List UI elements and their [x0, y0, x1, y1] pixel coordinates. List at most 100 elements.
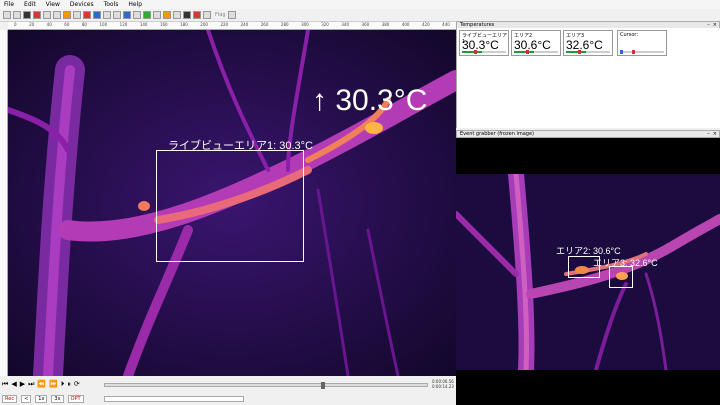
ruler-tick: 320 [321, 22, 329, 27]
record-controls: Rec ≺ 1x 3x OPT [2, 395, 84, 403]
ruler-tick: 420 [422, 22, 430, 27]
profile-icon[interactable] [113, 11, 121, 19]
alarm-icon[interactable] [193, 11, 201, 19]
stop-icon[interactable] [43, 11, 51, 19]
grid-icon[interactable] [203, 11, 211, 19]
temperatures-panel: ライブビューエリア1 30.3°C エリア2 30.6°C エリア3 32.6°… [456, 28, 720, 128]
ruler-tick: 80 [81, 22, 87, 27]
frozen-thermal-image[interactable]: エリア2: 30.6°C エリア3: 32.6°C [456, 174, 720, 370]
timeline-thumb[interactable] [320, 382, 325, 389]
crosshair-icon[interactable] [153, 11, 161, 19]
menu-tools[interactable]: Tools [104, 1, 119, 8]
menu-devices[interactable]: Devices [70, 1, 94, 8]
ruler-tick: 440 [442, 22, 450, 27]
menu-bar: File Edit View Devices Tools Help [0, 0, 720, 9]
ruler-tick: 340 [341, 22, 350, 27]
ruler-tick: 280 [280, 22, 289, 27]
chart-icon[interactable] [93, 11, 101, 19]
level-bar [620, 51, 664, 53]
ruler-tick: 20 [29, 22, 35, 27]
level-bar [514, 51, 558, 53]
export-icon[interactable] [227, 11, 236, 19]
ruler-tick: 180 [180, 22, 188, 27]
total-time: 0:00:14.23 [432, 384, 454, 389]
roi-rect-icon[interactable] [73, 11, 81, 19]
temp-card-area2[interactable]: エリア2 30.6°C [511, 30, 561, 56]
vertical-ruler [0, 30, 8, 376]
roi-area-3[interactable] [609, 266, 633, 288]
camera-icon[interactable] [53, 11, 61, 19]
roi-ellipse-icon[interactable] [83, 11, 91, 19]
event-grabber-panel: エリア2: 30.6°C エリア3: 32.6°C [456, 138, 720, 405]
ruler-tick: 60 [64, 22, 70, 27]
settings-icon[interactable] [183, 11, 191, 19]
loop-button[interactable]: ⟳ [74, 380, 80, 388]
ruler-tick: 380 [381, 22, 390, 27]
play-button[interactable]: ⏵ [61, 380, 65, 388]
menu-help[interactable]: Help [128, 1, 142, 8]
fast-forward-button[interactable]: ⏩ [49, 380, 58, 388]
playback-times: 0:00:06.56 0:00:14.23 [432, 379, 454, 389]
speed-3x-button[interactable]: 3x [51, 395, 64, 403]
histogram-icon[interactable] [103, 11, 111, 19]
ruler-tick: 120 [119, 22, 128, 27]
speed-1x-button[interactable]: 1x [35, 395, 48, 403]
max-temperature-readout: ↑ 30.3°C [312, 84, 428, 117]
level-bar [462, 51, 506, 53]
temp-card-area3[interactable]: エリア3 32.6°C [563, 30, 613, 56]
layout-icon[interactable] [163, 11, 171, 19]
event-grabber-title-text: Event grabber (frozen image) [460, 131, 534, 137]
ruler-tick: 300 [301, 22, 309, 27]
pause-button[interactable]: ⏸ [67, 380, 71, 388]
secondary-slider[interactable] [104, 396, 244, 402]
snapshot-icon[interactable] [173, 11, 181, 19]
next-frame-button[interactable]: ▶ [20, 380, 25, 388]
record-icon[interactable] [33, 11, 41, 19]
temp-card-name: Cursor: [620, 32, 639, 38]
zoom-icon[interactable] [133, 11, 141, 19]
temp-card-value: 32.6°C [566, 38, 603, 52]
ruler-tick: 100 [99, 22, 108, 27]
temp-card-cursor[interactable]: Cursor: [617, 30, 667, 56]
ruler-tick: 200 [200, 22, 208, 27]
temp-card-value: 30.3°C [462, 38, 499, 52]
minimize-icon[interactable]: – [707, 131, 710, 137]
marker-icon [578, 50, 581, 54]
playback-controls: ⏮ ◀ ▶ ⏭ ⏪ ⏩ ⏵ ⏸ ⟳ 0:00:06.56 0:00:14.23 … [0, 376, 456, 405]
ruler-tick: 360 [361, 22, 370, 27]
close-icon[interactable]: × [713, 131, 717, 137]
palette-icon[interactable] [63, 11, 71, 19]
step-button[interactable]: ≺ [21, 395, 32, 403]
ruler-tick: 0 [14, 22, 17, 27]
menu-edit[interactable]: Edit [24, 1, 36, 8]
focus-icon[interactable] [143, 11, 151, 19]
horizontal-ruler: 0 20 40 60 80 100 120 140 160 180 200 220 240 260 280 3… [8, 22, 456, 30]
open-icon[interactable] [13, 11, 21, 19]
record-button[interactable]: Rec [2, 395, 18, 403]
new-icon[interactable] [3, 11, 11, 19]
live-thermal-view[interactable]: ↑ 30.3°C ライブビューエリア1: 30.3°C [8, 30, 456, 376]
prev-frame-button[interactable]: ◀ [11, 380, 16, 388]
marker-icon [632, 50, 635, 54]
scale-icon[interactable] [123, 11, 131, 19]
roi-area-1[interactable] [156, 150, 304, 262]
ruler-tick: 240 [240, 22, 249, 27]
marker-icon [620, 50, 623, 54]
rewind-button[interactable]: ⏪ [37, 380, 46, 388]
menu-file[interactable]: File [4, 1, 14, 8]
first-frame-button[interactable]: ⏮ [2, 380, 8, 388]
save-icon[interactable] [23, 11, 31, 19]
temp-card-area1[interactable]: ライブビューエリア1 30.3°C [459, 30, 509, 56]
level-bar [566, 51, 610, 53]
last-frame-button[interactable]: ⏭ [28, 380, 34, 388]
timeline-slider[interactable] [104, 382, 428, 389]
ruler-tick: 140 [139, 22, 148, 27]
marker-icon [526, 50, 529, 54]
flag-label[interactable]: Flag [215, 12, 226, 18]
options-button[interactable]: OPT [67, 395, 84, 403]
menu-view[interactable]: View [46, 1, 60, 8]
ruler-tick: 160 [159, 22, 168, 27]
ruler-tick: 40 [46, 22, 52, 27]
temp-card-value: 30.6°C [514, 38, 551, 52]
playback-buttons: ⏮ ◀ ▶ ⏭ ⏪ ⏩ ⏵ ⏸ ⟳ [2, 380, 80, 388]
